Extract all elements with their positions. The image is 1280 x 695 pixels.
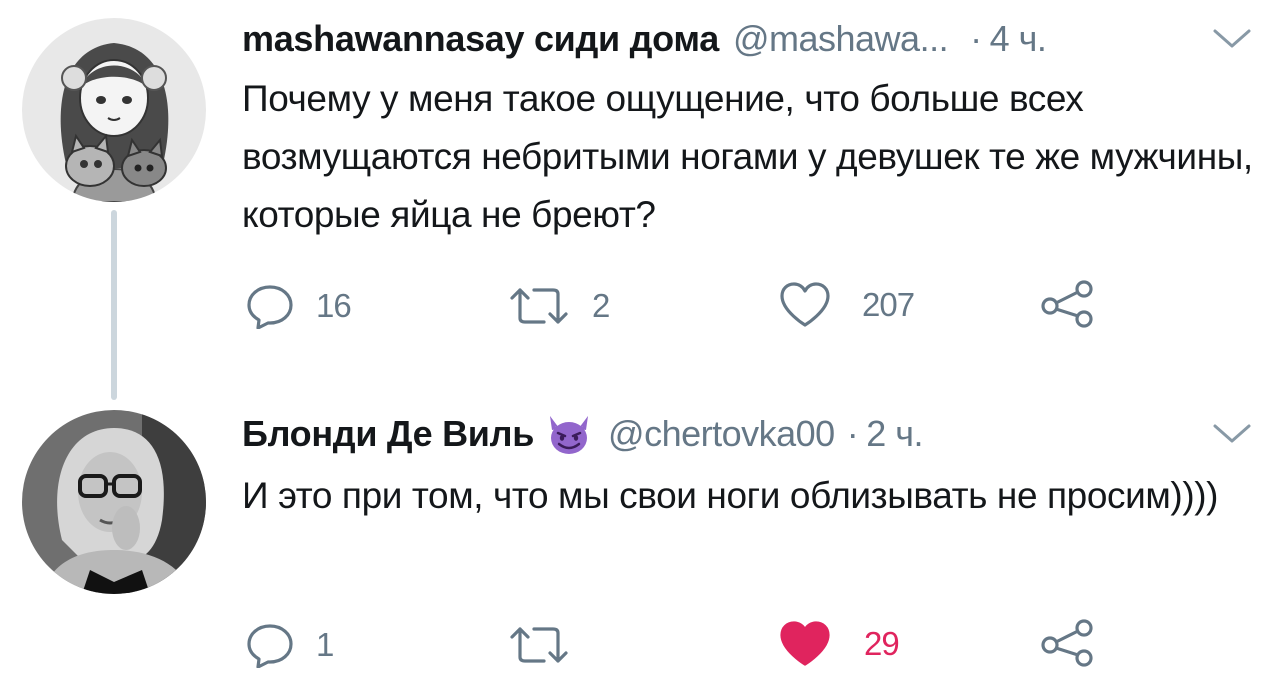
share-button[interactable] — [1038, 618, 1096, 668]
timestamp[interactable]: 4 ч. — [990, 18, 1047, 60]
share-icon — [1041, 280, 1093, 328]
like-count: 29 — [864, 625, 900, 662]
separator-dot: · — [846, 413, 859, 454]
timestamp[interactable]: 2 ч. — [866, 413, 923, 455]
avatar[interactable] — [22, 18, 206, 202]
tweet-header: mashawannasay сиди дома @mashawa... · 4 … — [242, 14, 1047, 64]
reply-button[interactable]: 1 — [246, 622, 334, 668]
reply-count: 16 — [316, 287, 352, 324]
like-count: 207 — [862, 286, 915, 323]
drawn-girl-avatar-image — [22, 18, 206, 202]
avatar[interactable] — [22, 410, 206, 594]
author-name[interactable]: Блонди Де Виль — [242, 413, 534, 455]
share-icon — [1041, 619, 1093, 667]
retweet-icon — [510, 627, 568, 663]
tweet-2[interactable]: Блонди Де Виль @chertovka00 · 2 ч. И это… — [0, 395, 1280, 695]
retweet-button[interactable] — [508, 625, 592, 665]
reply-button[interactable]: 16 — [246, 283, 352, 329]
reply-icon — [247, 624, 293, 668]
tweet-text: Почему у меня такое ощущение, что больше… — [242, 78, 1253, 235]
reply-count: 1 — [316, 626, 334, 663]
chevron-down-icon[interactable] — [1212, 28, 1252, 50]
like-button[interactable]: 207 — [778, 281, 915, 329]
reply-icon — [247, 285, 293, 329]
smiling-devil-emoji-icon — [544, 412, 594, 456]
separator-dot: · — [970, 18, 982, 59]
author-name[interactable]: mashawannasay сиди дома — [242, 18, 719, 60]
blonde-woman-avatar-image — [22, 410, 206, 594]
heart-filled-icon — [780, 621, 830, 666]
author-handle[interactable]: @chertovka00 — [608, 413, 835, 455]
chevron-down-icon[interactable] — [1212, 423, 1252, 445]
tweet-header: Блонди Де Виль @chertovka00 · 2 ч. — [242, 409, 923, 459]
retweet-count: 2 — [592, 287, 610, 324]
heart-icon — [780, 282, 830, 327]
tweet-1[interactable]: mashawannasay сиди дома @mashawa... · 4 … — [0, 0, 1280, 395]
retweet-button[interactable]: 2 — [508, 286, 610, 326]
share-button[interactable] — [1038, 279, 1096, 329]
author-handle[interactable]: @mashawa... — [733, 18, 949, 60]
retweet-icon — [510, 288, 568, 324]
tweet-text: И это при том, что мы свои ноги облизыва… — [242, 475, 1219, 516]
like-button[interactable]: 29 — [778, 620, 900, 668]
